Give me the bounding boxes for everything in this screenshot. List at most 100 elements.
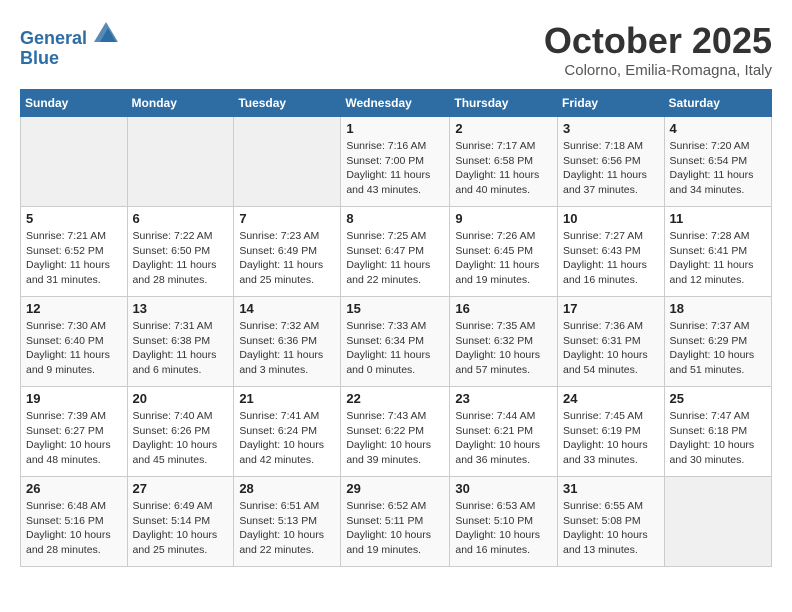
sunrise-text: Sunrise: 7:28 AM [670,229,766,244]
sunset-text: Sunset: 6:41 PM [670,244,766,259]
calendar-cell: 8Sunrise: 7:25 AMSunset: 6:47 PMDaylight… [341,207,450,297]
day-info: Sunrise: 7:22 AMSunset: 6:50 PMDaylight:… [133,229,229,288]
day-number: 26 [26,481,122,496]
daylight-text: Daylight: 11 hours and 16 minutes. [563,258,659,287]
calendar-cell: 28Sunrise: 6:51 AMSunset: 5:13 PMDayligh… [234,477,341,567]
day-number: 12 [26,301,122,316]
day-info: Sunrise: 6:55 AMSunset: 5:08 PMDaylight:… [563,499,659,558]
sunrise-text: Sunrise: 7:20 AM [670,139,766,154]
sunrise-text: Sunrise: 6:55 AM [563,499,659,514]
day-number: 27 [133,481,229,496]
day-number: 3 [563,121,659,136]
calendar-cell: 23Sunrise: 7:44 AMSunset: 6:21 PMDayligh… [450,387,558,477]
column-header-thursday: Thursday [450,90,558,117]
sunrise-text: Sunrise: 7:36 AM [563,319,659,334]
day-info: Sunrise: 6:52 AMSunset: 5:11 PMDaylight:… [346,499,444,558]
calendar-cell: 5Sunrise: 7:21 AMSunset: 6:52 PMDaylight… [21,207,128,297]
day-info: Sunrise: 7:33 AMSunset: 6:34 PMDaylight:… [346,319,444,378]
calendar-cell: 31Sunrise: 6:55 AMSunset: 5:08 PMDayligh… [558,477,665,567]
daylight-text: Daylight: 10 hours and 30 minutes. [670,438,766,467]
day-info: Sunrise: 7:45 AMSunset: 6:19 PMDaylight:… [563,409,659,468]
daylight-text: Daylight: 10 hours and 13 minutes. [563,528,659,557]
sunset-text: Sunset: 5:10 PM [455,514,552,529]
day-number: 13 [133,301,229,316]
calendar-table: SundayMondayTuesdayWednesdayThursdayFrid… [20,89,772,567]
calendar-cell [21,117,128,207]
logo: General Blue [20,20,118,69]
column-header-monday: Monday [127,90,234,117]
day-info: Sunrise: 7:40 AMSunset: 6:26 PMDaylight:… [133,409,229,468]
calendar-cell: 15 Sunrise: 7:33 AMSunset: 6:34 PMDayligh… [341,297,450,387]
week-row-2: 5Sunrise: 7:21 AMSunset: 6:52 PMDaylight… [21,207,772,297]
day-number: 9 [455,211,552,226]
calendar-cell: 17 Sunrise: 7:36 AMSunset: 6:31 PMDayligh… [558,297,665,387]
day-number: 29 [346,481,444,496]
sunset-text: Sunset: 6:32 PM [455,334,552,349]
day-number: 14 [239,301,335,316]
day-number: 2 [455,121,552,136]
sunrise-text: Sunrise: 7:44 AM [455,409,552,424]
day-info: Sunrise: 7:28 AMSunset: 6:41 PMDaylight:… [670,229,766,288]
day-number: 17 [563,301,659,316]
daylight-text: Daylight: 10 hours and 16 minutes. [455,528,552,557]
sunset-text: Sunset: 5:08 PM [563,514,659,529]
calendar-cell: 24Sunrise: 7:45 AMSunset: 6:19 PMDayligh… [558,387,665,477]
sunset-text: Sunset: 5:14 PM [133,514,229,529]
calendar-cell: 12 Sunrise: 7:30 AMSunset: 6:40 PMDayligh… [21,297,128,387]
daylight-text: Daylight: 11 hours and 37 minutes. [563,168,659,197]
day-number: 22 [346,391,444,406]
daylight-text: Daylight: 11 hours and 0 minutes. [346,348,444,377]
week-row-4: 19Sunrise: 7:39 AMSunset: 6:27 PMDayligh… [21,387,772,477]
calendar-cell: 18Sunrise: 7:37 AMSunset: 6:29 PMDayligh… [664,297,771,387]
sunrise-text: Sunrise: 7:17 AM [455,139,552,154]
title-block: October 2025 Colorno, Emilia-Romagna, It… [544,20,772,79]
sunrise-text: Sunrise: 6:53 AM [455,499,552,514]
sunset-text: Sunset: 6:40 PM [26,334,122,349]
sunset-text: Sunset: 6:18 PM [670,424,766,439]
daylight-text: Daylight: 10 hours and 28 minutes. [26,528,122,557]
calendar-cell: 14Sunrise: 7:32 AMSunset: 6:36 PMDayligh… [234,297,341,387]
day-info: Sunrise: 7:30 AMSunset: 6:40 PMDaylight:… [26,319,122,378]
sunrise-text: Sunrise: 7:21 AM [26,229,122,244]
daylight-text: Daylight: 11 hours and 25 minutes. [239,258,335,287]
daylight-text: Daylight: 10 hours and 22 minutes. [239,528,335,557]
sunrise-text: Sunrise: 7:45 AM [563,409,659,424]
sunset-text: Sunset: 6:19 PM [563,424,659,439]
sunrise-text: Sunrise: 7:22 AM [133,229,229,244]
calendar-cell: 4Sunrise: 7:20 AMSunset: 6:54 PMDaylight… [664,117,771,207]
calendar-cell: 21Sunrise: 7:41 AMSunset: 6:24 PMDayligh… [234,387,341,477]
sunrise-text: Sunrise: 7:32 AM [239,319,335,334]
day-info: Sunrise: 6:51 AMSunset: 5:13 PMDaylight:… [239,499,335,558]
day-info: Sunrise: 7:41 AMSunset: 6:24 PMDaylight:… [239,409,335,468]
column-header-wednesday: Wednesday [341,90,450,117]
daylight-text: Daylight: 11 hours and 12 minutes. [670,258,766,287]
week-row-3: 12Sunrise: 7:30 AMSunset: 6:40 PMDayligh… [21,297,772,387]
calendar-cell: 25Sunrise: 7:47 AMSunset: 6:18 PMDayligh… [664,387,771,477]
day-info: Sunrise: 7:43 AMSunset: 6:22 PMDaylight:… [346,409,444,468]
sunset-text: Sunset: 6:47 PM [346,244,444,259]
logo-blue: Blue [20,49,118,69]
daylight-text: Daylight: 11 hours and 19 minutes. [455,258,552,287]
day-number: 30 [455,481,552,496]
day-info: Sunrise: 7:35 AMSunset: 6:32 PMDaylight:… [455,319,552,378]
day-number: 18 [670,301,766,316]
sunrise-text: Sunrise: 7:30 AM [26,319,122,334]
day-info: Sunrise: 7:17 AMSunset: 6:58 PMDaylight:… [455,139,552,198]
sunset-text: Sunset: 6:26 PM [133,424,229,439]
day-number: 20 [133,391,229,406]
day-info: Sunrise: 7:18 AMSunset: 6:56 PMDaylight:… [563,139,659,198]
day-number: 15 [346,301,444,316]
calendar-cell: 30 Sunrise: 6:53 AMSunset: 5:10 PMDayligh… [450,477,558,567]
daylight-text: Daylight: 11 hours and 31 minutes. [26,258,122,287]
calendar-cell: 13Sunrise: 7:31 AMSunset: 6:38 PMDayligh… [127,297,234,387]
sunset-text: Sunset: 6:45 PM [455,244,552,259]
calendar-cell: 11Sunrise: 7:28 AMSunset: 6:41 PMDayligh… [664,207,771,297]
sunrise-text: Sunrise: 7:40 AM [133,409,229,424]
day-info: Sunrise: 7:36 AMSunset: 6:31 PMDaylight:… [563,319,659,378]
sunset-text: Sunset: 6:29 PM [670,334,766,349]
sunset-text: Sunset: 6:38 PM [133,334,229,349]
calendar-cell: 19Sunrise: 7:39 AMSunset: 6:27 PMDayligh… [21,387,128,477]
daylight-text: Daylight: 10 hours and 33 minutes. [563,438,659,467]
day-info: Sunrise: 7:39 AMSunset: 6:27 PMDaylight:… [26,409,122,468]
sunset-text: Sunset: 6:54 PM [670,154,766,169]
